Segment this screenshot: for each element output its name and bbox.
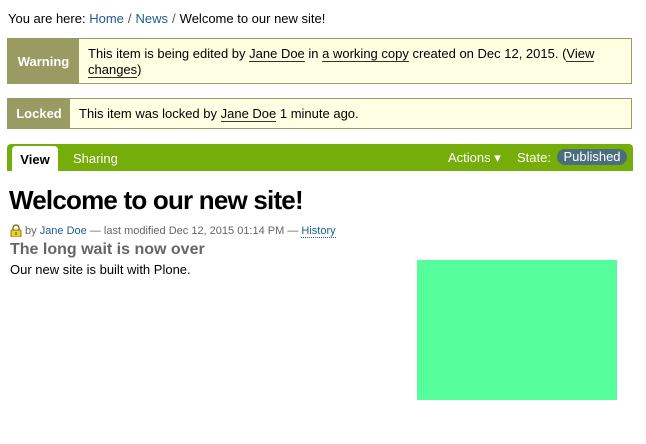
breadcrumb-current: Welcome to our new site! <box>179 11 326 26</box>
state-badge[interactable]: Published <box>557 149 627 165</box>
lock-icon <box>10 224 22 240</box>
warning-label: Warning <box>8 39 79 83</box>
state-label: State: <box>517 150 551 165</box>
tab-view[interactable]: View <box>12 146 58 171</box>
locked-label: Locked <box>8 99 70 128</box>
warning-text-part: created on Dec 12, 2015. ( <box>408 46 567 61</box>
breadcrumb-separator: / <box>127 11 132 26</box>
warning-message: Warning This item is being edited by Jan… <box>7 38 632 84</box>
warning-text-part: in <box>304 46 323 61</box>
locked-message: Locked This item was locked by Jane Doe … <box>7 98 632 129</box>
edit-toolbar: View Sharing Actions ▾ State: Published <box>7 144 633 171</box>
history-link[interactable]: History <box>301 225 336 238</box>
body-text: Our new site is built with Plone. <box>10 262 191 277</box>
breadcrumb-home-link[interactable]: Home <box>89 11 124 26</box>
warning-text: This item is being edited by Jane Doe in… <box>79 39 631 83</box>
author-link[interactable]: Jane Doe <box>40 225 87 237</box>
document-byline: by Jane Doe — last modified Dec 12, 2015… <box>10 224 336 240</box>
locked-text-part: This item was locked by <box>79 106 221 121</box>
locked-text: This item was locked by Jane Doe 1 minut… <box>70 99 367 128</box>
breadcrumb-news-link[interactable]: News <box>136 11 169 26</box>
page-title: Welcome to our new site! <box>9 185 304 215</box>
breadcrumb: You are here: Home / News / Welcome to our n… <box>8 11 325 26</box>
breadcrumb-prefix: You are here: <box>8 11 86 26</box>
warning-text-part: ) <box>137 62 142 77</box>
byline-prefix: by <box>25 225 37 237</box>
tab-sharing[interactable]: Sharing <box>73 144 118 173</box>
modified-date: — last modified Dec 12, 2015 01:14 PM — <box>89 225 299 237</box>
warning-text-part: This item is being edited by <box>88 46 250 61</box>
working-copy-link[interactable]: a working copy <box>322 46 409 62</box>
locked-text-part: 1 minute ago. <box>276 106 359 121</box>
document-description: The long wait is now over <box>10 241 205 258</box>
locked-user-link[interactable]: Jane Doe <box>220 106 277 122</box>
breadcrumb-separator: / <box>172 11 176 26</box>
warning-user-link[interactable]: Jane Doe <box>249 46 305 62</box>
actions-menu-button[interactable]: Actions ▾ <box>448 144 501 171</box>
content-image <box>417 260 617 400</box>
